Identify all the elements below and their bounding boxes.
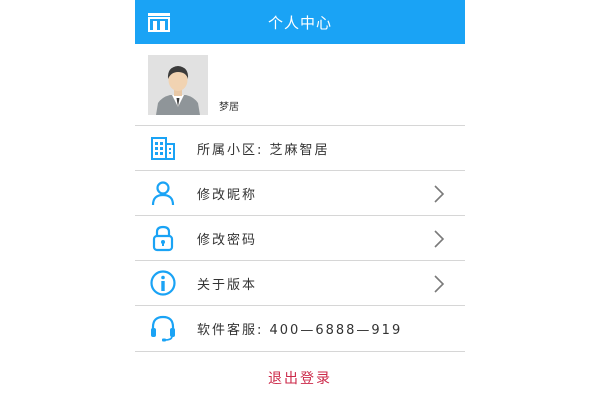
avatar[interactable] (148, 55, 208, 115)
app-header: 个人中心 (135, 0, 465, 44)
community-label: 所属小区: 芝麻智居 (197, 143, 330, 158)
change-nickname-label: 修改昵称 (197, 188, 258, 203)
nickname: 梦居 (219, 102, 239, 113)
user-icon (151, 181, 175, 206)
chevron-right-icon (434, 230, 445, 248)
avatar-image (148, 55, 208, 115)
chevron-right-icon (434, 185, 445, 203)
logout-label: 退出登录 (268, 371, 332, 387)
community-row: 所属小区: 芝麻智居 (135, 126, 465, 171)
building-icon (151, 137, 175, 160)
headset-icon (151, 315, 175, 342)
change-nickname-row[interactable]: 修改昵称 (135, 171, 465, 216)
about-version-row[interactable]: 关于版本 (135, 261, 465, 306)
change-password-label: 修改密码 (197, 233, 258, 248)
profile-section: 梦居 (135, 44, 465, 126)
info-icon (150, 270, 176, 296)
logout-button[interactable]: 退出登录 (135, 356, 465, 400)
customer-service-label: 软件客服: 400—6888—919 (197, 323, 403, 338)
customer-service-row: 软件客服: 400—6888—919 (135, 306, 465, 352)
lock-icon (152, 225, 174, 252)
chevron-right-icon (434, 275, 445, 293)
phone-screen: 个人中心 梦居 所属小区: 芝麻智居 修改昵称 修改密码 关于版本 软件客服: … (135, 0, 465, 400)
change-password-row[interactable]: 修改密码 (135, 216, 465, 261)
page-title: 个人中心 (267, 13, 332, 32)
back-home-icon[interactable] (147, 11, 171, 33)
about-version-label: 关于版本 (197, 278, 258, 293)
